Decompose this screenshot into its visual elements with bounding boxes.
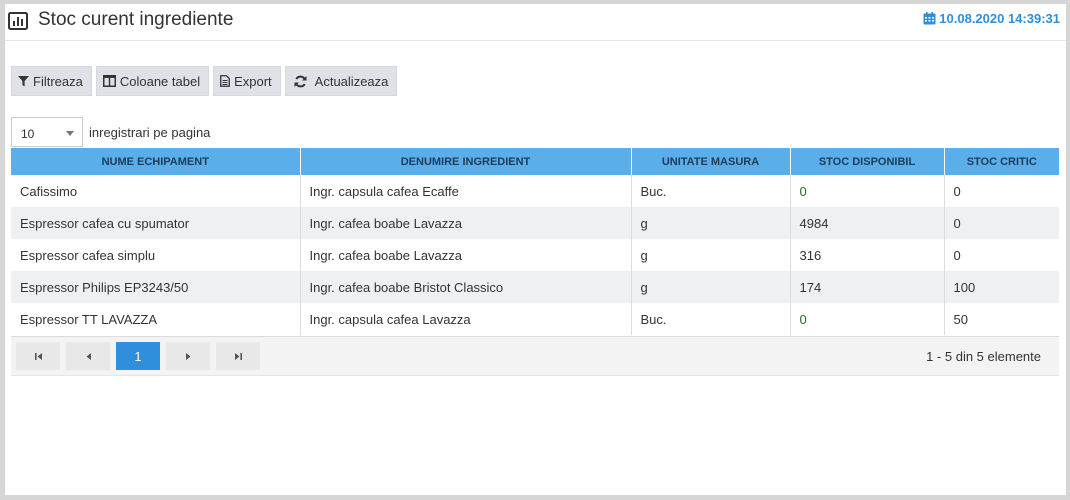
cell-critical-stock: 100 (944, 271, 1059, 303)
export-button-label: Export (234, 73, 272, 89)
table-row[interactable]: Espressor cafea cu spumator Ingr. cafea … (11, 207, 1059, 239)
table-row[interactable]: Espressor Philips EP3243/50 Ingr. cafea … (11, 271, 1059, 303)
page-size-label: inregistrari pe pagina (89, 124, 211, 140)
column-header-critical-stock[interactable]: STOC CRITIC (944, 148, 1059, 175)
bar-chart-icon (8, 12, 28, 30)
page-number-button[interactable]: 1 (116, 342, 160, 370)
cell-ingredient-name: Ingr. cafea boabe Lavazza (300, 239, 632, 271)
cell-equipment-name: Espressor Philips EP3243/50 (11, 271, 301, 303)
cell-available-stock: 316 (790, 239, 945, 271)
pagination-info: 1 - 5 din 5 elemente (926, 349, 1041, 364)
cell-critical-stock: 0 (953, 247, 961, 263)
previous-page-button[interactable] (66, 342, 110, 370)
report-panel: Stoc curent ingrediente 10.08.2020 14:39… (5, 4, 1066, 495)
last-page-button[interactable] (216, 342, 260, 370)
column-header-unit[interactable]: UNITATE MASURA (631, 148, 791, 175)
refresh-button[interactable]: Actualizeaza (284, 66, 398, 96)
first-page-icon (34, 352, 42, 360)
page-size-value: 10 (21, 127, 35, 141)
cell-available-stock: 0 (790, 303, 945, 335)
caret-down-icon (66, 131, 74, 136)
last-page-icon (234, 352, 242, 360)
column-header-equipment-name[interactable]: NUME ECHIPAMENT (11, 148, 301, 175)
page-size-select[interactable]: 10 (11, 117, 83, 147)
refresh-button-label: Actualizeaza (314, 73, 389, 89)
export-button[interactable]: Export (213, 66, 281, 96)
cell-critical-stock: 0 (953, 183, 961, 199)
cell-available-stock: 4984 (790, 207, 945, 239)
pagination-bar: 1 1 - 5 din 5 elemente (11, 336, 1059, 376)
page-header: Stoc curent ingrediente 10.08.2020 14:39… (5, 4, 1066, 41)
datetime-text: 10.08.2020 14:39:31 (939, 11, 1060, 26)
ingredients-stock-table: NUME ECHIPAMENT DENUMIRE INGREDIENT UNIT… (11, 148, 1059, 335)
table-header-row: NUME ECHIPAMENT DENUMIRE INGREDIENT UNIT… (11, 148, 1059, 175)
columns-icon (102, 75, 116, 87)
table-row[interactable]: Espressor TT LAVAZZA Ingr. capsula cafea… (11, 303, 1059, 335)
calendar-icon (923, 12, 936, 25)
column-header-available-stock[interactable]: STOC DISPONIBIL (790, 148, 945, 175)
cell-unit: g (631, 207, 791, 239)
cell-available-stock: 174 (790, 271, 945, 303)
cell-unit: g (631, 271, 791, 303)
cell-ingredient-name: Ingr. capsula cafea Ecaffe (300, 175, 632, 207)
cell-unit: Buc. (631, 303, 791, 335)
cell-unit: Buc. (631, 175, 791, 207)
previous-page-icon (86, 352, 91, 360)
cell-equipment-name: Cafissimo (11, 175, 301, 207)
cell-available-stock: 0 (790, 175, 945, 207)
table-columns-button-label: Coloane tabel (119, 73, 201, 89)
cell-equipment-name: Espressor cafea cu spumator (11, 207, 301, 239)
filter-button-label: Filtreaza (33, 73, 83, 89)
page-title: Stoc curent ingrediente (38, 9, 234, 30)
filter-button[interactable]: Filtreaza (11, 66, 92, 96)
document-icon (220, 75, 230, 87)
table-row[interactable]: Cafissimo Ingr. capsula cafea Ecaffe Buc… (11, 175, 1059, 207)
first-page-button[interactable] (16, 342, 60, 370)
cell-ingredient-name: Ingr. capsula cafea Lavazza (300, 303, 632, 335)
page-size-control: 10 inregistrari pe pagina (11, 117, 210, 147)
cell-ingredient-name: Ingr. cafea boabe Bristot Classico (300, 271, 632, 303)
table-columns-button[interactable]: Coloane tabel (95, 66, 210, 96)
cell-equipment-name: Espressor TT LAVAZZA (11, 303, 301, 335)
next-page-button[interactable] (166, 342, 210, 370)
cell-critical-stock: 50 (953, 311, 968, 327)
filter-icon (18, 75, 29, 86)
cell-critical-stock: 0 (944, 207, 1059, 239)
table-row[interactable]: Espressor cafea simplu Ingr. cafea boabe… (11, 239, 1059, 271)
column-header-ingredient-name[interactable]: DENUMIRE INGREDIENT (300, 148, 632, 175)
cell-equipment-name: Espressor cafea simplu (11, 239, 301, 271)
toolbar: Filtreaza Coloane tabel Export Actualize… (11, 66, 398, 96)
cell-unit: g (631, 239, 791, 271)
next-page-icon (185, 352, 190, 360)
cell-ingredient-name: Ingr. cafea boabe Lavazza (300, 207, 632, 239)
datetime-display: 10.08.2020 14:39:31 (923, 11, 1060, 26)
refresh-icon (294, 75, 307, 87)
